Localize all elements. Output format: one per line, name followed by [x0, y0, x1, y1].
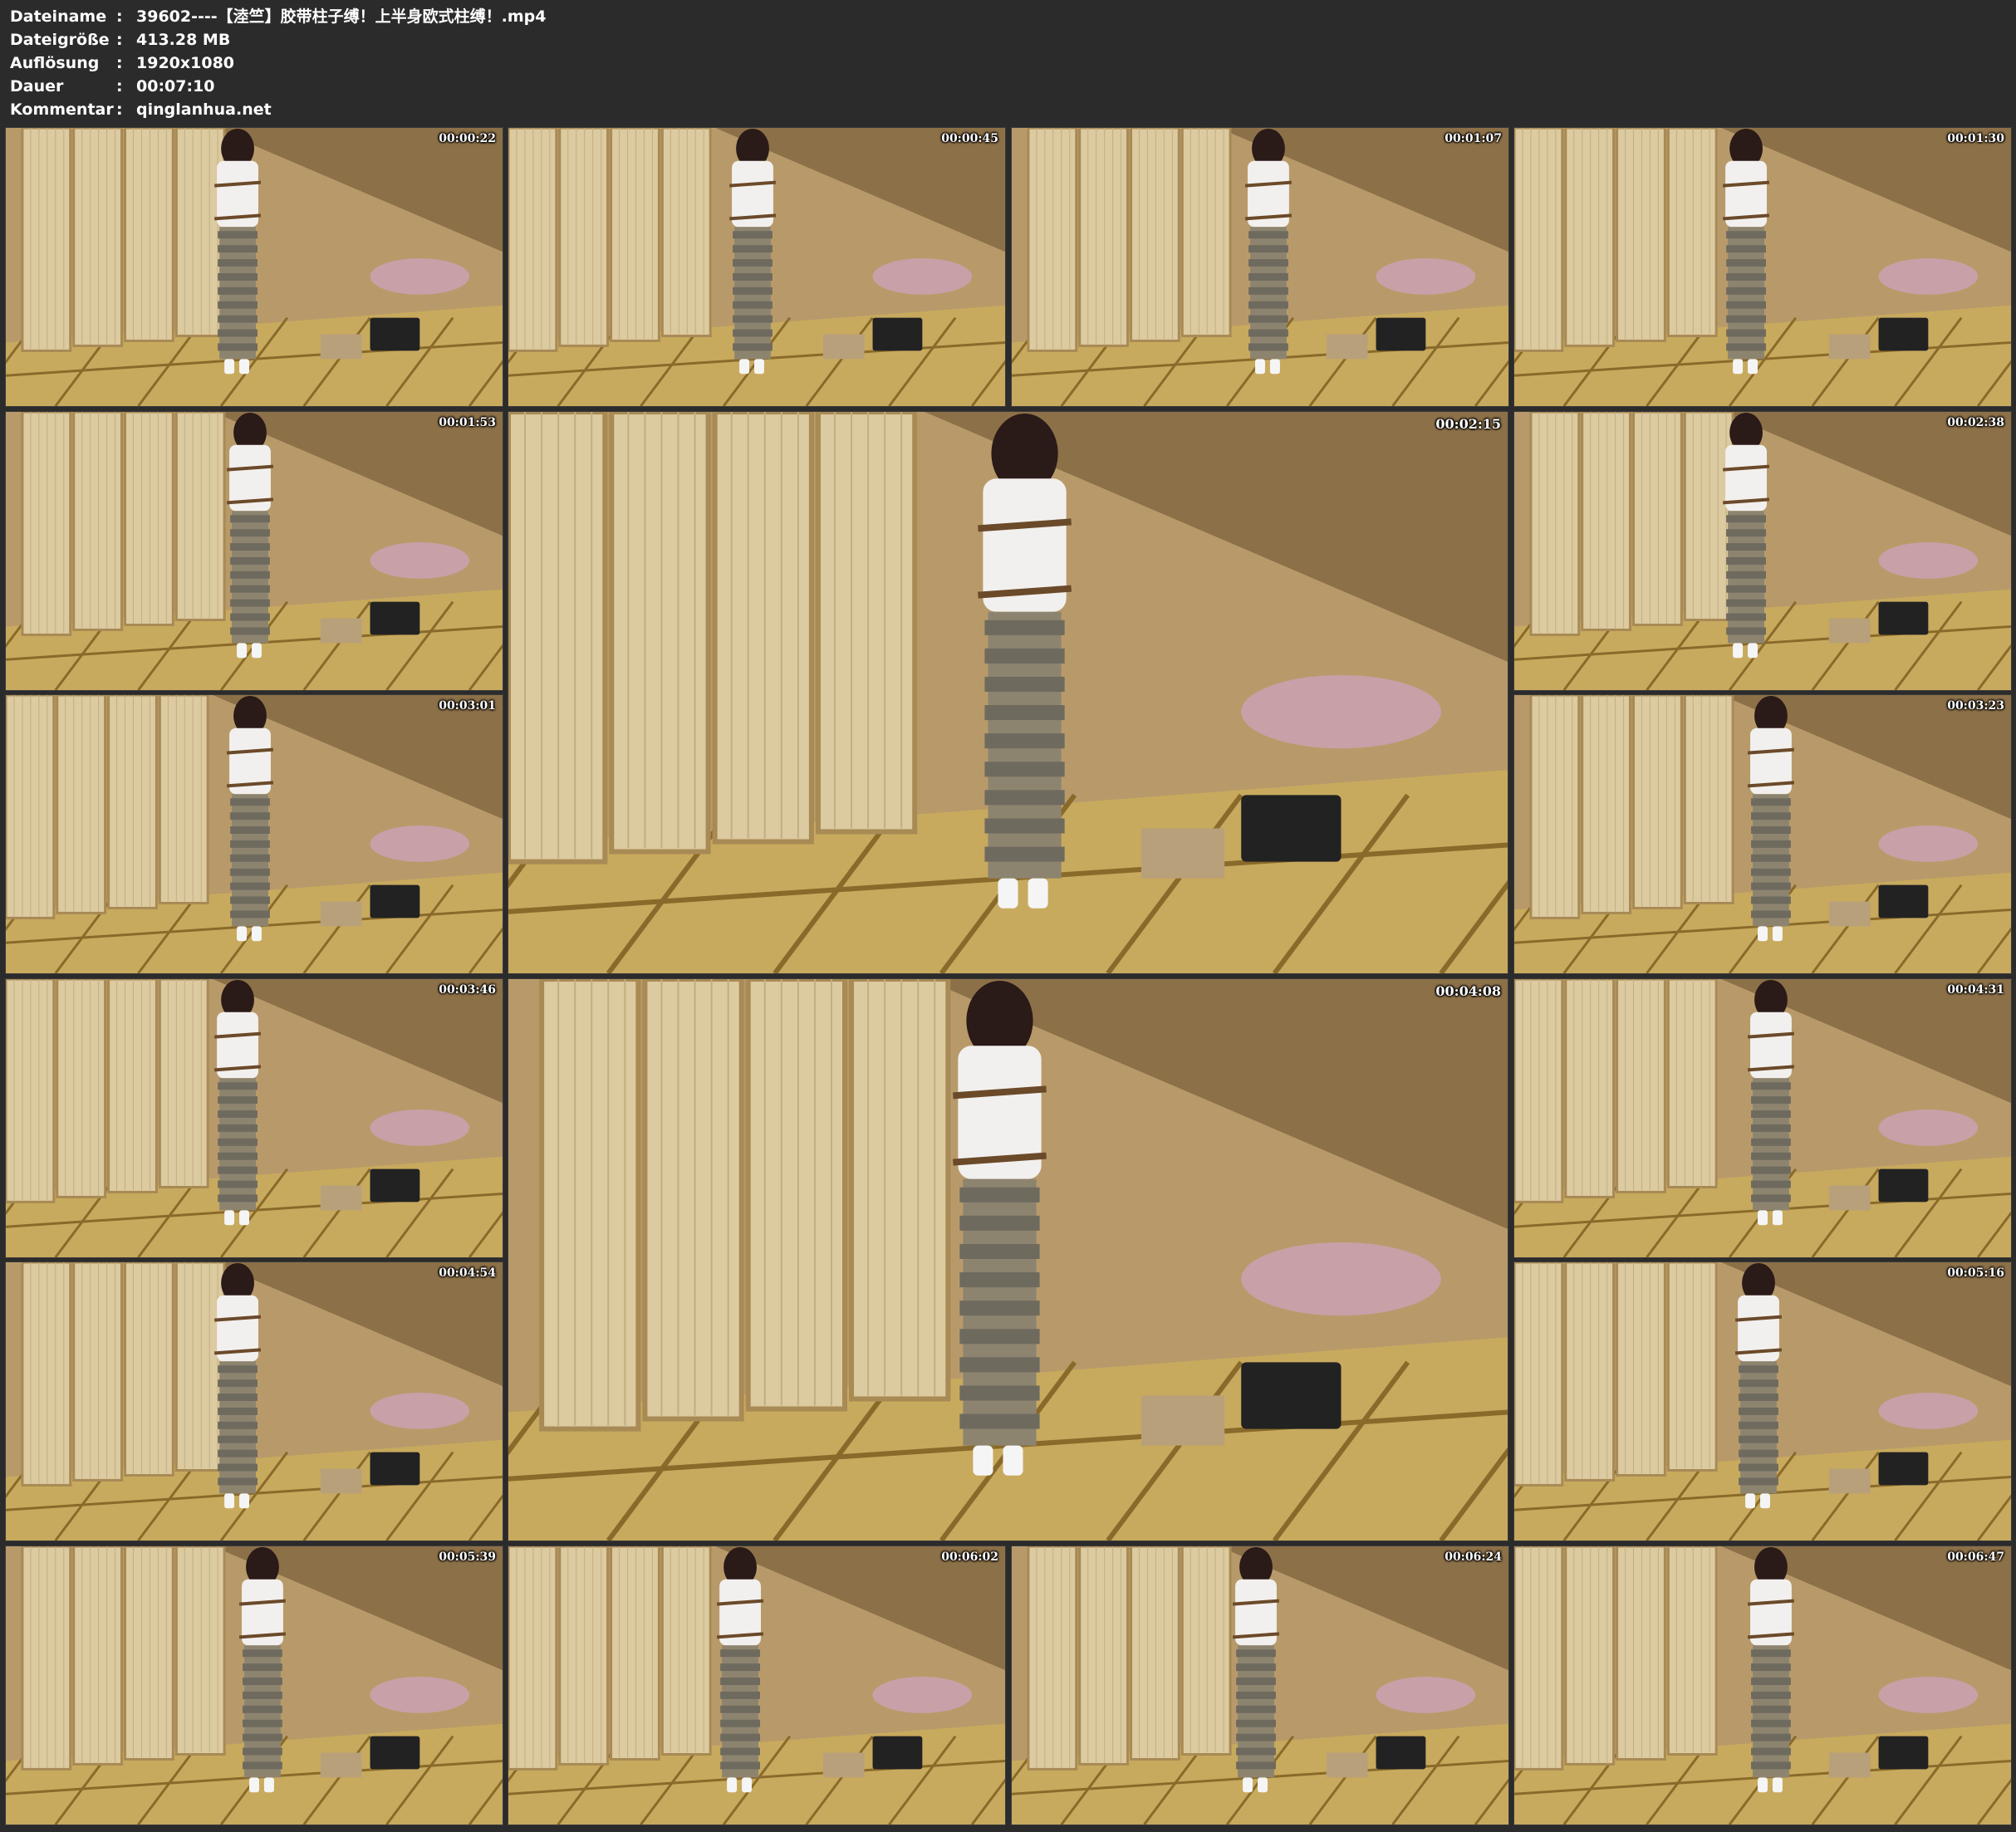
meta-value: 00:07:10	[136, 77, 215, 96]
meta-row-resolution: Auflösung : 1920x1080	[10, 51, 546, 75]
video-frame-image	[6, 412, 503, 690]
video-frame-image	[1012, 128, 1508, 406]
frame-timestamp: 00:05:16	[1947, 1266, 2004, 1280]
file-info-header: Dateiname : 39602----【淕竺】胶带柱子缚！上半身欧式柱缚！.…	[10, 5, 546, 121]
video-frame-image	[508, 128, 1005, 406]
meta-key: Dateiname	[10, 7, 107, 26]
video-frame-image	[6, 1262, 503, 1541]
video-thumbnail: 00:01:07	[1011, 127, 1509, 407]
video-thumbnail: 00:05:39	[5, 1545, 503, 1825]
video-thumbnail: 00:00:45	[508, 127, 1006, 407]
frame-timestamp: 00:04:08	[1435, 983, 1501, 999]
video-frame-image	[6, 1546, 503, 1825]
video-thumbnail: 00:01:30	[1513, 127, 2012, 407]
video-thumbnail: 00:05:16	[1513, 1261, 2012, 1541]
video-frame-image	[508, 412, 1508, 973]
frame-timestamp: 00:06:47	[1947, 1550, 2004, 1564]
frame-timestamp: 00:03:01	[439, 699, 496, 713]
frame-timestamp: 00:03:46	[439, 983, 496, 997]
video-frame-image	[1514, 695, 2011, 973]
frame-timestamp: 00:01:07	[1445, 132, 1502, 145]
meta-separator: :	[116, 77, 123, 96]
meta-value: 413.28 MB	[136, 31, 231, 49]
video-thumbnail: 00:06:02	[508, 1545, 1006, 1825]
video-frame-image	[508, 1546, 1005, 1825]
video-thumbnail: 00:04:31	[1513, 978, 2012, 1258]
video-frame-image	[1514, 1262, 2011, 1541]
meta-row-duration: Dauer : 00:07:10	[10, 75, 546, 98]
frame-timestamp: 00:05:39	[439, 1550, 496, 1564]
video-frame-image	[6, 979, 503, 1257]
meta-separator: :	[116, 100, 123, 119]
video-frame-image	[6, 128, 503, 406]
video-thumbnail: 00:04:08	[508, 978, 1508, 1541]
frame-timestamp: 00:04:31	[1947, 983, 2004, 997]
video-thumbnail: 00:03:46	[5, 978, 503, 1258]
meta-value: 1920x1080	[136, 54, 235, 72]
video-thumbnail: 00:06:47	[1513, 1545, 2012, 1825]
frame-timestamp: 00:00:45	[941, 132, 998, 145]
video-frame-image	[1012, 1546, 1508, 1825]
meta-separator: :	[116, 7, 123, 26]
video-thumbnail: 00:00:22	[5, 127, 503, 407]
video-thumbnail: 00:02:15	[508, 411, 1508, 974]
frame-timestamp: 00:01:30	[1947, 132, 2004, 145]
frame-timestamp: 00:06:02	[941, 1550, 998, 1564]
video-thumbnail: 00:03:01	[5, 694, 503, 974]
meta-key: Auflösung	[10, 54, 100, 72]
meta-row-comment: Kommentar : qinglanhua.net	[10, 98, 546, 121]
frame-timestamp: 00:04:54	[439, 1266, 496, 1280]
frame-timestamp: 00:06:24	[1445, 1550, 1502, 1564]
video-thumbnail: 00:03:23	[1513, 694, 2012, 974]
video-thumbnail: 00:01:53	[5, 411, 503, 691]
meta-value: qinglanhua.net	[136, 100, 272, 119]
video-frame-image	[1514, 1546, 2011, 1825]
video-frame-image	[1514, 412, 2011, 690]
frame-timestamp: 00:01:53	[439, 416, 496, 429]
meta-row-filesize: Dateigröße : 413.28 MB	[10, 28, 546, 51]
video-thumbnail: 00:06:24	[1011, 1545, 1509, 1825]
frame-timestamp: 00:02:38	[1947, 416, 2004, 429]
frame-timestamp: 00:02:15	[1435, 416, 1501, 432]
frame-timestamp: 00:03:23	[1947, 699, 2004, 713]
video-frame-image	[508, 979, 1508, 1541]
meta-value: 39602----【淕竺】胶带柱子缚！上半身欧式柱缚！.mp4	[136, 7, 547, 26]
video-frame-image	[1514, 128, 2011, 406]
meta-key: Dateigröße	[10, 31, 110, 49]
video-thumbnail: 00:04:54	[5, 1261, 503, 1541]
meta-row-filename: Dateiname : 39602----【淕竺】胶带柱子缚！上半身欧式柱缚！.…	[10, 5, 546, 28]
meta-key: Dauer	[10, 77, 64, 96]
video-thumbnail: 00:02:38	[1513, 411, 2012, 691]
video-frame-image	[1514, 979, 2011, 1257]
meta-separator: :	[116, 54, 123, 72]
frame-timestamp: 00:00:22	[439, 132, 496, 145]
video-frame-image	[6, 695, 503, 973]
meta-key: Kommentar	[10, 100, 114, 119]
meta-separator: :	[116, 31, 123, 49]
